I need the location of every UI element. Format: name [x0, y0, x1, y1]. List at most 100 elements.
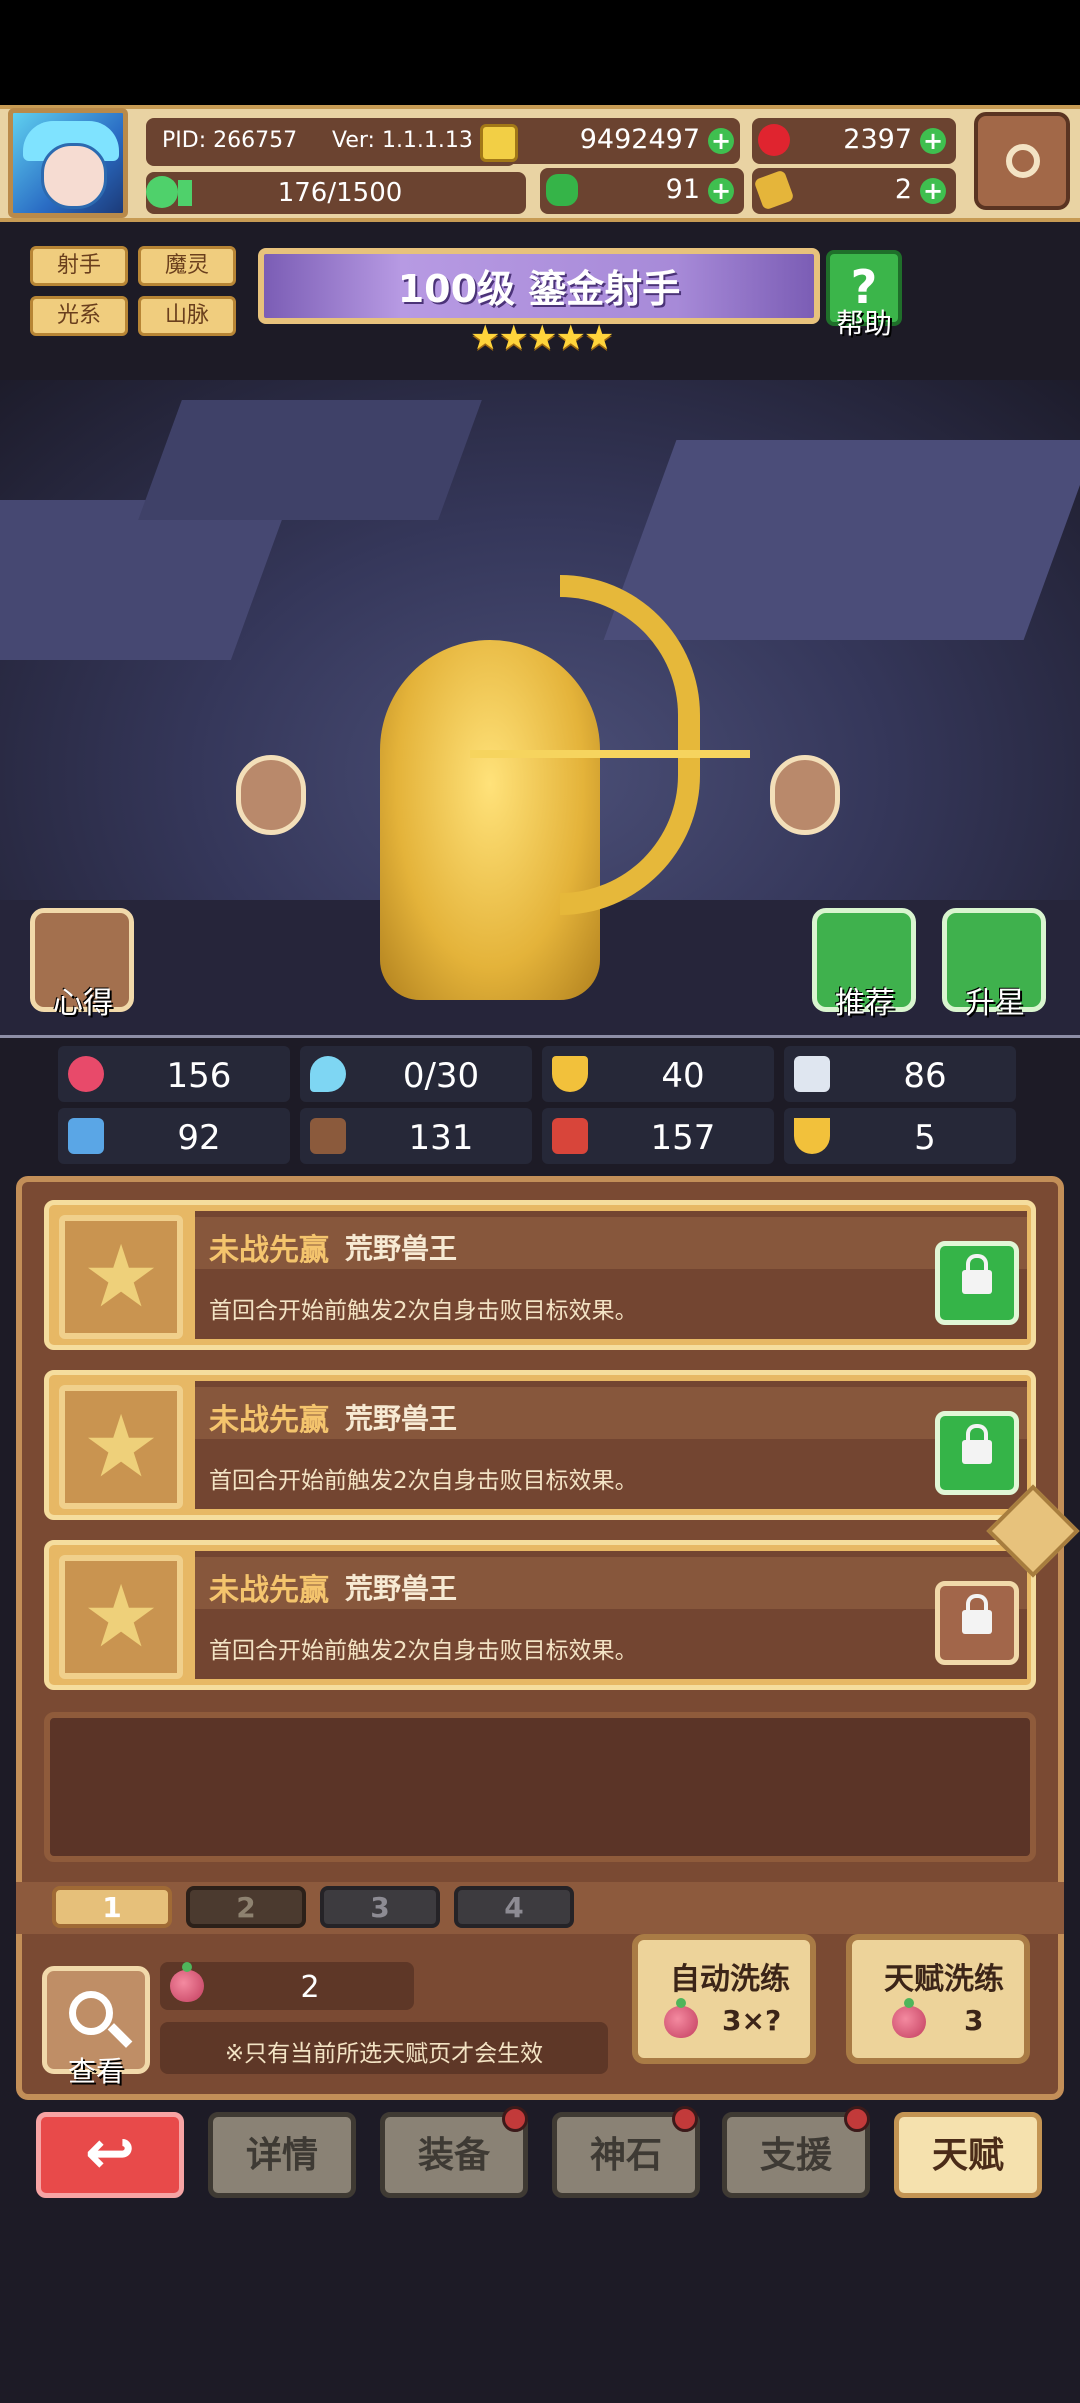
nav-talent[interactable]: 天赋	[894, 2112, 1042, 2198]
stat-hp: 156	[58, 1046, 290, 1102]
auto-refine-cost: 3×?	[722, 2004, 782, 2037]
notification-dot	[844, 2106, 870, 2132]
clover-icon	[546, 174, 578, 206]
talent-page-tab-4[interactable]: 4	[454, 1886, 574, 1928]
unlock-icon[interactable]	[935, 1581, 1019, 1665]
game-version: Ver: 1.1.1.13	[332, 128, 473, 153]
cave-rock	[603, 440, 1080, 640]
fruit-count: 2	[300, 1970, 320, 2005]
next-hero-arrow-icon[interactable]	[770, 755, 840, 835]
talent-refine-cost: 3	[964, 2004, 984, 2037]
star-icon: ★	[82, 1227, 160, 1327]
tag-race: 魔灵	[138, 246, 236, 286]
player-avatar[interactable]	[8, 108, 128, 218]
empty-talent-slot	[44, 1712, 1036, 1862]
crit-icon	[552, 1118, 588, 1154]
notification-dot	[672, 2106, 698, 2132]
talent-card[interactable]: ★ 未战先赢 荒野兽王 首回合开始前触发2次自身击败目标效果。	[44, 1540, 1036, 1690]
avatar-face	[41, 143, 107, 209]
stat-attack: 92	[58, 1108, 290, 1164]
nav-details[interactable]: 详情	[208, 2112, 356, 2198]
stat-mana-value: 0/30	[402, 1056, 480, 1096]
notification-dot	[502, 2106, 528, 2132]
boot-icon	[794, 1056, 830, 1092]
fruit-icon	[170, 1962, 204, 2002]
fruit-icon	[892, 1998, 926, 2038]
key-amount: 2	[894, 174, 912, 205]
add-gold-button[interactable]: +	[708, 128, 734, 154]
talent-page-tab-1[interactable]: 1	[52, 1886, 172, 1928]
stat-attack-value: 92	[177, 1118, 221, 1158]
talent-kind: 荒野兽王	[345, 1572, 458, 1605]
energy-icon	[146, 176, 178, 208]
active-page-note: ※只有当前所选天赋页才会生效	[224, 2041, 544, 2067]
talent-card[interactable]: ★ 未战先赢 荒野兽王 首回合开始前触发2次自身击败目标效果。	[44, 1370, 1036, 1520]
ruby-gem-icon	[758, 124, 790, 156]
settings-gear-icon[interactable]	[974, 112, 1070, 210]
talent-page-tab-3[interactable]: 3	[320, 1886, 440, 1928]
talent-card[interactable]: ★ 未战先赢 荒野兽王 首回合开始前触发2次自身击败目标效果。	[44, 1200, 1036, 1350]
stat-crit: 157	[542, 1108, 774, 1164]
player-id: PID: 266757	[162, 128, 298, 153]
magnifier-icon	[69, 1991, 113, 2035]
fist-icon	[68, 1118, 104, 1154]
stat-luck: 5	[784, 1108, 1016, 1164]
talent-kind: 荒野兽王	[345, 1232, 458, 1265]
stat-hp-value: 156	[166, 1056, 232, 1096]
magnifier-handle	[107, 2023, 133, 2048]
talent-icon-box: ★	[59, 1215, 183, 1339]
stat-mana: 0/30	[300, 1046, 532, 1102]
talent-description: 首回合开始前触发2次自身击败目标效果。	[209, 1638, 638, 1664]
recommend-label: 推荐	[835, 986, 895, 1021]
add-gem-button[interactable]: +	[920, 128, 946, 154]
stat-magic-value: 131	[408, 1118, 474, 1158]
status-band	[0, 0, 1080, 105]
gold-coin-icon	[480, 124, 518, 162]
clover-amount: 91	[665, 174, 700, 205]
talent-name: 未战先赢	[209, 1233, 329, 1268]
talent-refine-label: 天赋洗练	[884, 1962, 1004, 1997]
energy-bar-fill	[178, 180, 192, 206]
hero-star-rating: ★★★★★	[470, 318, 614, 358]
horseshoe-icon	[794, 1118, 830, 1154]
lock-icon[interactable]	[935, 1411, 1019, 1495]
fruit-icon	[664, 1998, 698, 2038]
talent-icon-box: ★	[59, 1555, 183, 1679]
heart-icon	[68, 1056, 104, 1092]
stat-luck-value: 5	[914, 1118, 936, 1158]
tag-terrain: 山脉	[138, 296, 236, 336]
talent-description: 首回合开始前触发2次自身击败目标效果。	[209, 1468, 638, 1494]
stat-defense: 40	[542, 1046, 774, 1102]
energy-value: 176/1500	[277, 178, 403, 208]
book-icon	[310, 1118, 346, 1154]
talent-icon-box: ★	[59, 1385, 183, 1509]
talent-name: 未战先赢	[209, 1403, 329, 1438]
stat-speed: 86	[784, 1046, 1016, 1102]
stat-speed-value: 86	[903, 1056, 947, 1096]
tag-element: 光系	[30, 296, 128, 336]
tag-class: 射手	[30, 246, 128, 286]
add-clover-button[interactable]: +	[708, 178, 734, 204]
auto-refine-button[interactable]: 自动洗练 3×?	[632, 1934, 816, 2064]
water-drop-icon	[310, 1056, 346, 1092]
add-key-button[interactable]: +	[920, 178, 946, 204]
stat-crit-value: 157	[650, 1118, 716, 1158]
star-icon: ★	[82, 1397, 160, 1497]
auto-refine-label: 自动洗练	[670, 1962, 790, 1997]
cave-rock	[0, 500, 290, 660]
cave-rock	[138, 400, 482, 520]
stat-defense-value: 40	[661, 1056, 705, 1096]
stat-magic: 131	[300, 1108, 532, 1164]
shield-icon	[552, 1056, 588, 1092]
talent-refine-button[interactable]: 天赋洗练 3	[846, 1934, 1030, 2064]
notes-label: 心得	[53, 986, 113, 1021]
talent-name: 未战先赢	[209, 1573, 329, 1608]
lock-icon[interactable]	[935, 1241, 1019, 1325]
prev-hero-arrow-icon[interactable]	[236, 755, 306, 835]
back-arrow-icon[interactable]: ↩	[36, 2112, 184, 2198]
hero-arrow	[470, 750, 750, 758]
view-label: 查看	[67, 2055, 124, 2088]
help-label: 帮助	[835, 307, 892, 340]
hero-scene	[0, 380, 1080, 1035]
talent-page-tab-2[interactable]: 2	[186, 1886, 306, 1928]
